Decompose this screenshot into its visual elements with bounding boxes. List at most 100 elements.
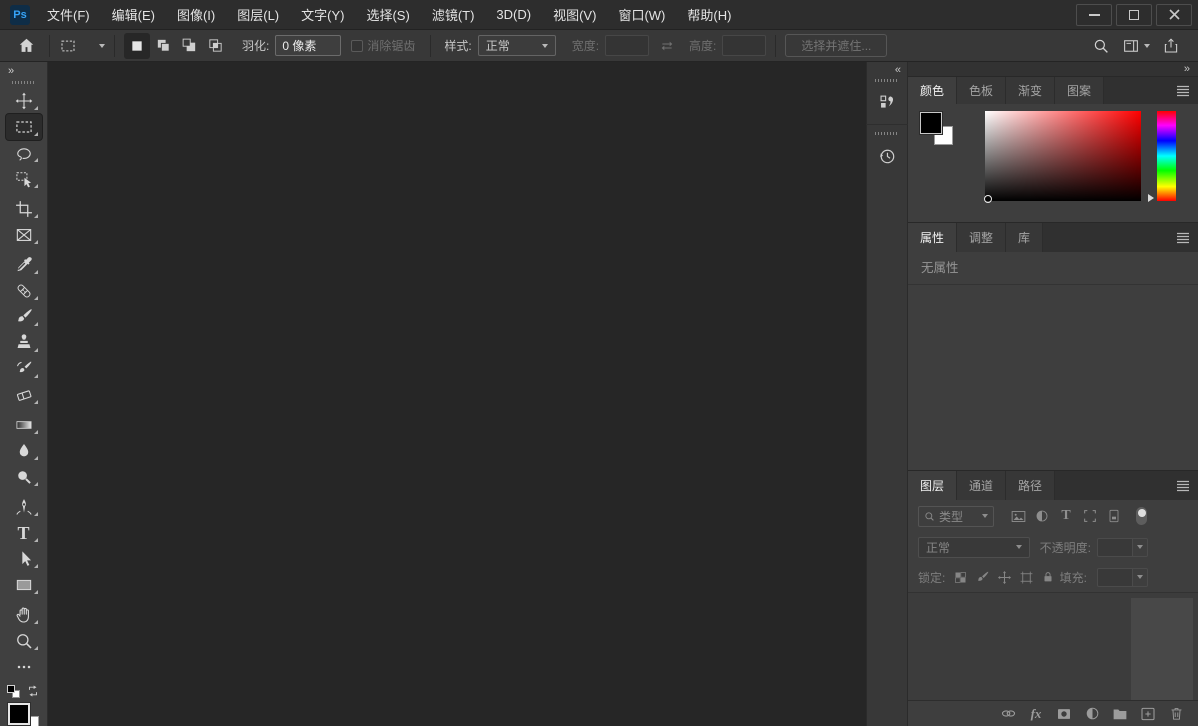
dock-collapse-button[interactable]: « <box>867 62 907 76</box>
eraser-tool[interactable] <box>6 382 42 408</box>
color-picker-marker[interactable] <box>984 195 992 203</box>
canvas-area[interactable] <box>48 62 866 726</box>
panel-grip[interactable] <box>875 79 899 82</box>
layer-filter-type-select[interactable]: 类型 <box>918 505 994 527</box>
new-layer-button[interactable] <box>1134 705 1162 723</box>
link-layers-button[interactable] <box>994 704 1022 723</box>
lock-all-button[interactable] <box>1037 570 1059 584</box>
menu-help[interactable]: 帮助(H) <box>676 0 742 29</box>
subtract-from-selection-mode-button[interactable] <box>176 33 202 59</box>
lock-position-button[interactable] <box>993 570 1015 585</box>
tab-patterns[interactable]: 图案 <box>1055 77 1105 104</box>
history-brush-tool[interactable] <box>6 356 42 382</box>
hue-slider-marker[interactable] <box>1148 194 1154 202</box>
hand-tool[interactable] <box>6 602 42 628</box>
menu-window[interactable]: 窗口(W) <box>607 0 676 29</box>
glyphs-panel-button[interactable] <box>866 86 908 120</box>
menu-image[interactable]: 图像(I) <box>166 0 226 29</box>
anti-alias-checkbox[interactable] <box>351 39 364 52</box>
properties-panel-menu-button[interactable] <box>1176 232 1190 244</box>
menu-view[interactable]: 视图(V) <box>542 0 607 29</box>
add-layer-mask-button[interactable] <box>1050 705 1078 723</box>
layer-style-button[interactable]: fx <box>1022 706 1050 722</box>
opacity-dropdown-button[interactable] <box>1133 537 1148 557</box>
layers-panel-menu-button[interactable] <box>1176 480 1190 492</box>
move-tool[interactable] <box>6 88 42 114</box>
height-input[interactable] <box>722 35 767 56</box>
saturation-brightness-field[interactable] <box>984 111 1141 203</box>
tab-properties[interactable]: 属性 <box>908 223 958 252</box>
filter-adjustment-layers-button[interactable] <box>1030 508 1054 524</box>
edit-toolbar-button[interactable] <box>6 654 42 680</box>
default-colors-button[interactable] <box>7 684 20 698</box>
tab-libraries[interactable]: 库 <box>1006 223 1044 252</box>
filter-type-layers-button[interactable]: T <box>1054 508 1078 524</box>
panel-grip[interactable] <box>875 132 899 135</box>
panel-foreground-swatch[interactable] <box>919 111 943 135</box>
color-panel-menu-button[interactable] <box>1176 85 1190 97</box>
tab-gradients[interactable]: 渐变 <box>1006 77 1056 104</box>
tab-layers[interactable]: 图层 <box>908 471 958 500</box>
tab-color[interactable]: 颜色 <box>908 77 958 104</box>
menu-filter[interactable]: 滤镜(T) <box>421 0 486 29</box>
blend-mode-select[interactable]: 正常 <box>918 536 1030 558</box>
select-and-mask-button[interactable]: 选择并遮住... <box>785 34 888 57</box>
fill-dropdown-button[interactable] <box>1133 567 1148 587</box>
swap-dimensions-button[interactable] <box>655 33 679 59</box>
path-selection-tool[interactable] <box>6 546 42 572</box>
photoshop-logo-icon[interactable]: Ps <box>10 4 30 25</box>
lock-image-pixels-button[interactable] <box>971 570 993 585</box>
toolbar-expand-button[interactable]: » <box>0 62 47 78</box>
foreground-color-swatch[interactable] <box>6 702 31 726</box>
spot-healing-brush-tool[interactable] <box>6 278 42 304</box>
filter-shape-layers-button[interactable] <box>1078 508 1102 524</box>
brush-tool[interactable] <box>6 304 42 330</box>
crop-tool[interactable] <box>6 196 42 222</box>
tab-swatches[interactable]: 色板 <box>957 77 1007 104</box>
toolbar-grip[interactable] <box>11 81 36 84</box>
pen-tool[interactable] <box>6 494 42 520</box>
tool-preset-button[interactable] <box>59 33 105 59</box>
swap-colors-button[interactable] <box>26 684 40 698</box>
delete-layer-button[interactable] <box>1162 705 1190 722</box>
fill-input[interactable] <box>1097 567 1133 587</box>
gradient-tool[interactable] <box>6 412 42 438</box>
tab-adjustments[interactable]: 调整 <box>957 223 1007 252</box>
new-group-button[interactable] <box>1106 705 1134 723</box>
tab-paths[interactable]: 路径 <box>1006 471 1056 500</box>
object-selection-tool[interactable] <box>6 166 42 192</box>
rectangle-shape-tool[interactable] <box>6 572 42 598</box>
zoom-tool[interactable] <box>6 628 42 654</box>
new-selection-mode-button[interactable] <box>124 32 150 59</box>
minimize-button[interactable] <box>1076 3 1112 26</box>
menu-edit[interactable]: 编辑(E) <box>101 0 166 29</box>
frame-tool[interactable] <box>6 222 42 248</box>
share-button[interactable] <box>1158 33 1184 59</box>
layer-filter-toggle[interactable] <box>1136 507 1147 525</box>
menu-3d[interactable]: 3D(D) <box>485 0 542 29</box>
search-button[interactable] <box>1088 33 1114 59</box>
dodge-tool[interactable] <box>6 464 42 490</box>
filter-pixel-layers-button[interactable] <box>1006 508 1030 525</box>
clone-stamp-tool[interactable] <box>6 330 42 356</box>
dock-expand-button[interactable]: » <box>908 62 1198 76</box>
type-tool[interactable]: T <box>6 520 42 546</box>
lock-artboard-button[interactable] <box>1015 570 1037 585</box>
width-input[interactable] <box>605 35 650 56</box>
menu-layer[interactable]: 图层(L) <box>226 0 290 29</box>
history-panel-button[interactable] <box>866 139 908 173</box>
maximize-button[interactable] <box>1116 3 1152 26</box>
filter-smart-objects-button[interactable] <box>1102 508 1126 524</box>
home-button[interactable] <box>12 33 40 59</box>
style-select[interactable]: 正常 <box>477 35 556 56</box>
feather-input[interactable]: 0 像素 <box>275 35 342 56</box>
add-to-selection-mode-button[interactable] <box>150 33 176 59</box>
menu-type[interactable]: 文字(Y) <box>290 0 355 29</box>
blur-tool[interactable] <box>6 438 42 464</box>
new-adjustment-layer-button[interactable] <box>1078 705 1106 722</box>
eyedropper-tool[interactable] <box>6 252 42 278</box>
hue-slider[interactable] <box>1157 111 1176 201</box>
opacity-input[interactable] <box>1097 537 1133 557</box>
menu-select[interactable]: 选择(S) <box>355 0 420 29</box>
workspace-switcher-button[interactable] <box>1122 37 1150 55</box>
